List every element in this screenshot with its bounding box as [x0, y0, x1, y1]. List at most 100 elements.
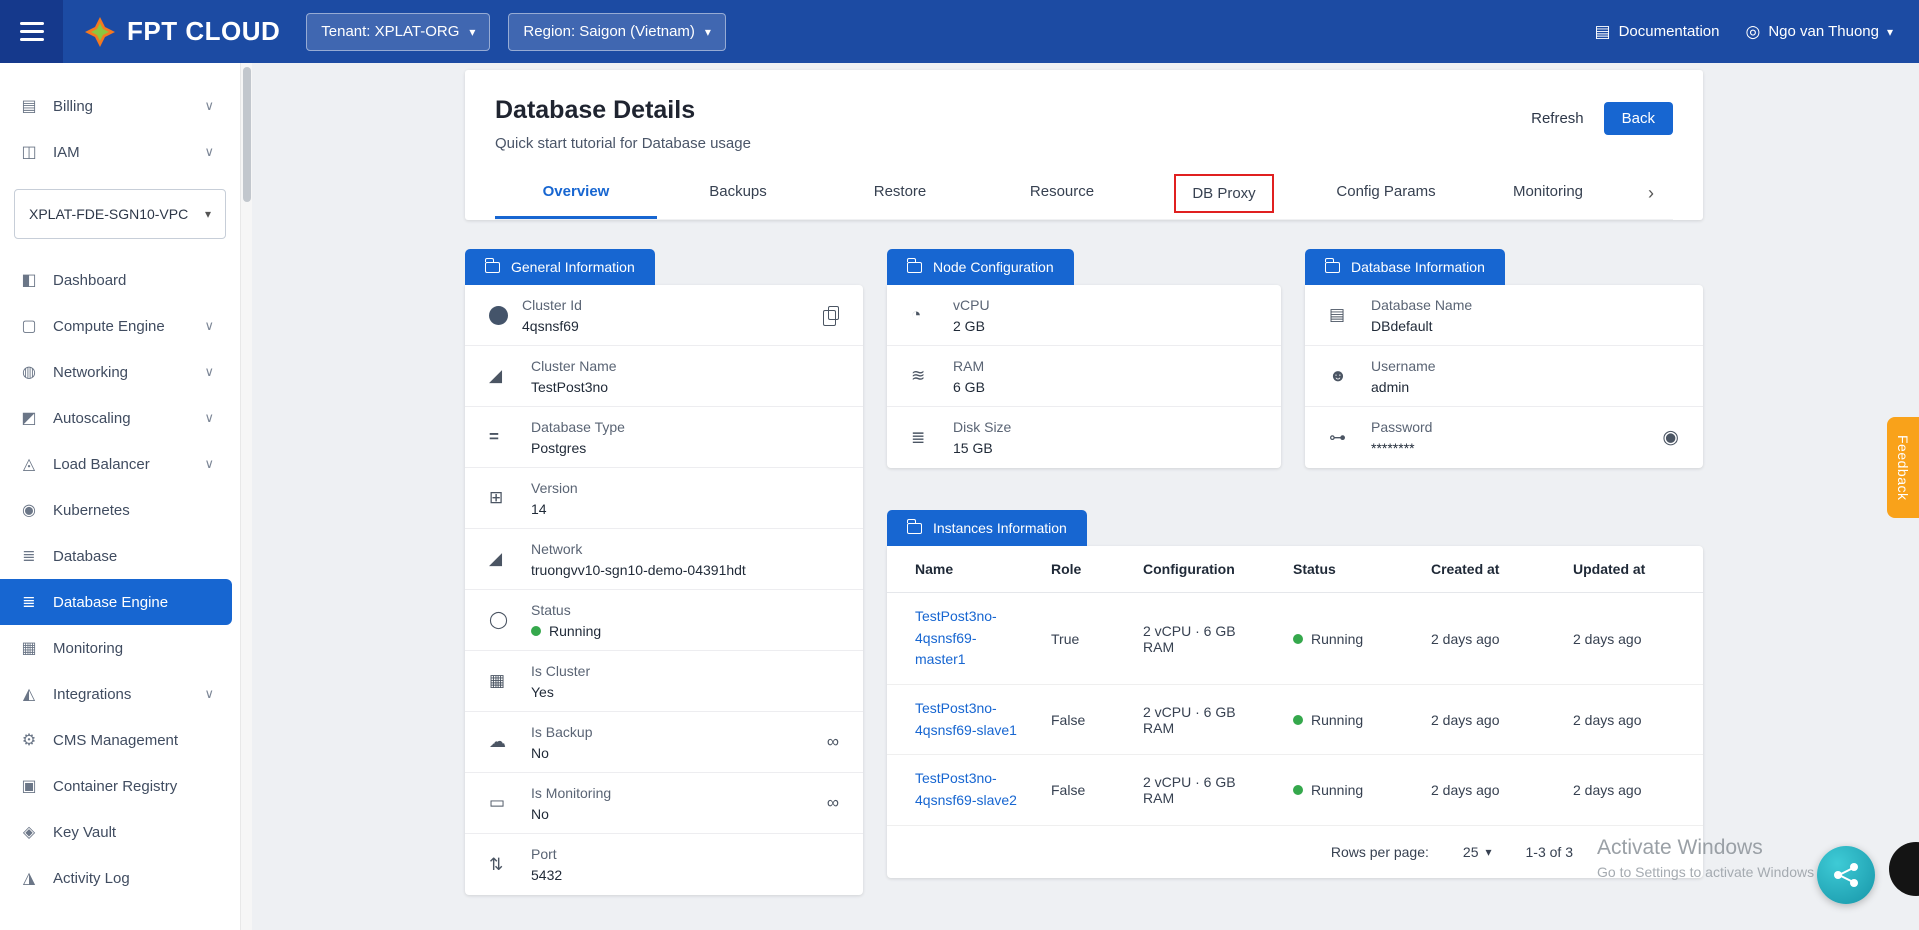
sidebar-item-iam[interactable]: ◫ IAM ∨ [0, 129, 232, 175]
sidebar-item-load-balancer[interactable]: ◬ Load Balancer ∨ [0, 441, 232, 487]
folder-icon [907, 262, 922, 273]
sidebar-item-label: Autoscaling [53, 410, 131, 427]
sidebar-item-label: Key Vault [53, 824, 116, 841]
sidebar-item-monitoring[interactable]: ▦ Monitoring [0, 625, 232, 671]
folder-icon [485, 262, 500, 273]
sidebar-item-kubernetes[interactable]: ◉ Kubernetes [0, 487, 232, 533]
info-row-username: ☻ Usernameadmin [1305, 346, 1703, 407]
tab-resource[interactable]: Resource [981, 168, 1143, 219]
sidebar-item-integrations[interactable]: ◭ Integrations ∨ [0, 671, 232, 717]
col-header-name: Name [887, 546, 1039, 593]
logo-text: FPT CLOUD [127, 16, 280, 47]
sidebar-item-dashboard[interactable]: ◧ Dashboard [0, 257, 232, 303]
table-row: TestPost3no-4qsnsf69-slave2 False 2 vCPU… [887, 755, 1703, 825]
show-password-eye-icon[interactable]: ◉ [1662, 426, 1679, 449]
sidebar-item-networking[interactable]: ◍ Networking ∨ [0, 349, 232, 395]
refresh-button[interactable]: Refresh [1531, 110, 1584, 127]
region-label: Region: Saigon (Vietnam) [523, 23, 695, 40]
rows-per-page-select[interactable]: 25 ▾ [1463, 844, 1492, 860]
load-balancer-icon: ◬ [18, 454, 40, 474]
iam-icon: ◫ [18, 142, 40, 162]
link-icon[interactable]: ∞ [827, 793, 839, 813]
status-icon: ◯ [489, 610, 517, 630]
region-selector[interactable]: Region: Saigon (Vietnam) ▾ [508, 13, 726, 51]
node-configuration-header: Node Configuration [887, 249, 1074, 285]
col-header-status: Status [1281, 546, 1419, 593]
support-chat-button[interactable] [1817, 846, 1875, 904]
user-menu[interactable]: ◎ Ngo van Thuong ▾ [1745, 22, 1893, 42]
info-row-vcpu: ◔ vCPU2 GB [887, 285, 1281, 346]
sidebar-item-label: Activity Log [53, 870, 130, 887]
tenant-selector[interactable]: Tenant: XPLAT-ORG ▾ [306, 13, 490, 51]
sidebar-item-database-engine[interactable]: ≣ Database Engine [0, 579, 232, 625]
tab-restore[interactable]: Restore [819, 168, 981, 219]
info-row-disk-size: ≣ Disk Size15 GB [887, 407, 1281, 468]
tab-overview[interactable]: Overview [495, 168, 657, 219]
info-row-cluster-name: ◢ Cluster NameTestPost3no [465, 346, 863, 407]
caret-down-icon: ▾ [1485, 845, 1491, 859]
fpt-cloud-logo[interactable]: FPT CLOUD [83, 15, 280, 49]
chat-network-icon [1831, 860, 1861, 890]
feedback-tab[interactable]: Feedback [1887, 417, 1919, 518]
sidebar-item-autoscaling[interactable]: ◩ Autoscaling ∨ [0, 395, 232, 441]
sidebar-item-label: CMS Management [53, 732, 178, 749]
sidebar-item-label: Integrations [53, 686, 131, 703]
sidebar-item-compute-engine[interactable]: ▢ Compute Engine ∨ [0, 303, 232, 349]
sidebar-item-database[interactable]: ≣ Database [0, 533, 232, 579]
instances-table: Name Role Configuration Status Created a… [887, 546, 1703, 826]
topbar: FPT CLOUD Tenant: XPLAT-ORG ▾ Region: Sa… [0, 0, 1919, 63]
status-running-dot [1293, 634, 1303, 644]
tab-monitoring[interactable]: Monitoring [1467, 168, 1629, 219]
sidebar-item-label: Dashboard [53, 272, 126, 289]
sidebar-item-billing[interactable]: ▤ Billing ∨ [0, 83, 232, 129]
sidebar-scrollbar-thumb[interactable] [243, 67, 251, 202]
status-running-dot [1293, 785, 1303, 795]
instance-name-link[interactable]: TestPost3no-4qsnsf69-slave2 [915, 770, 1017, 808]
backup-icon: ☁ [489, 732, 517, 752]
tab-config-params[interactable]: Config Params [1305, 168, 1467, 219]
sidebar-item-label: Monitoring [53, 640, 123, 657]
sidebar-item-key-vault[interactable]: ◈ Key Vault [0, 809, 232, 855]
key-vault-icon: ◈ [18, 822, 40, 842]
link-icon[interactable]: ∞ [827, 732, 839, 752]
copy-icon[interactable] [828, 305, 839, 325]
chevron-down-icon: ∨ [204, 456, 214, 472]
tab-backups[interactable]: Backups [657, 168, 819, 219]
caret-down-icon: ▾ [1887, 25, 1893, 39]
sidebar-item-label: Load Balancer [53, 456, 150, 473]
sidebar-item-cms-management[interactable]: ⚙ CMS Management [0, 717, 232, 763]
back-button[interactable]: Back [1604, 102, 1673, 135]
version-icon: ⊞ [489, 488, 517, 508]
general-information-card: General Information Cluster Id4qsnsf69 ◢… [465, 249, 863, 895]
tab-db-proxy[interactable]: DB Proxy [1143, 168, 1305, 219]
table-pagination: Rows per page: 25 ▾ 1-3 of 3 [887, 826, 1703, 878]
info-row-port: ⇅ Port5432 [465, 834, 863, 895]
col-header-configuration: Configuration [1131, 546, 1281, 593]
chevron-down-icon: ∨ [204, 318, 214, 334]
chevron-down-icon: ∨ [204, 98, 214, 114]
instance-name-link[interactable]: TestPost3no-4qsnsf69-master1 [915, 608, 997, 667]
general-information-header: General Information [465, 249, 655, 285]
tabs-scroll-right-button[interactable]: › [1629, 168, 1673, 219]
sidebar-item-label: Database Engine [53, 594, 168, 611]
info-row-database-name: ▤ Database NameDBdefault [1305, 285, 1703, 346]
is-cluster-icon: ▦ [489, 671, 517, 691]
sidebar-item-container-registry[interactable]: ▣ Container Registry [0, 763, 232, 809]
database-type-icon: = [489, 427, 517, 447]
database-icon: ≣ [18, 546, 40, 566]
sidebar-item-activity-log[interactable]: ◮ Activity Log [0, 855, 232, 901]
status-running-dot [531, 626, 541, 636]
vpc-selector[interactable]: XPLAT-FDE-SGN10-VPC ▾ [14, 189, 226, 239]
monitoring-icon: ▦ [18, 638, 40, 658]
info-row-version: ⊞ Version14 [465, 468, 863, 529]
port-icon: ⇅ [489, 855, 517, 875]
info-row-cluster-id: Cluster Id4qsnsf69 [465, 285, 863, 346]
documentation-icon: ▤ [1595, 22, 1611, 42]
caret-down-icon: ▾ [469, 25, 475, 39]
instance-name-link[interactable]: TestPost3no-4qsnsf69-slave1 [915, 700, 1017, 738]
documentation-link[interactable]: ▤ Documentation [1595, 22, 1720, 42]
col-header-updated-at: Updated at [1561, 546, 1703, 593]
sidebar-scrollbar[interactable] [240, 63, 252, 930]
sidebar: ▤ Billing ∨ ◫ IAM ∨ XPLAT-FDE-SGN10-VPC … [0, 63, 240, 930]
hamburger-menu-button[interactable] [0, 0, 63, 63]
